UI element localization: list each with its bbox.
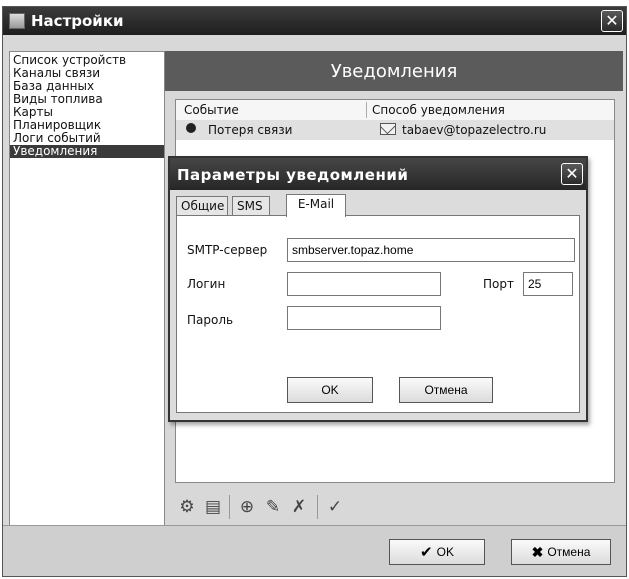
- password-input[interactable]: [287, 306, 441, 330]
- table-header: Событие Способ уведомления: [176, 100, 614, 121]
- envelope-icon: [380, 123, 396, 135]
- status-dot-icon: [186, 123, 196, 133]
- cancel-label: Отмена: [547, 545, 591, 559]
- tab-sms[interactable]: SMS: [232, 196, 270, 216]
- column-header-method[interactable]: Способ уведомления: [372, 103, 505, 117]
- window-footer: ✔ OK ✖ Отмена: [3, 525, 626, 576]
- sidebar-item-notifications[interactable]: Уведомления: [10, 145, 164, 158]
- cancel-button[interactable]: ✖ Отмена: [511, 539, 611, 565]
- toolbar-separator: [229, 495, 230, 519]
- document-settings-icon[interactable]: ▤: [203, 497, 223, 517]
- email-tab-panel: SMTP-сервер Логин Порт Пароль OK Отмена: [176, 215, 580, 413]
- window-title: Настройки: [31, 12, 124, 30]
- sidebar-nav: Список устройств Каналы связи База данны…: [9, 51, 165, 531]
- window-titlebar[interactable]: Настройки ✕: [3, 7, 626, 35]
- password-label: Пароль: [187, 313, 234, 327]
- dialog-close-button[interactable]: ✕: [561, 163, 583, 185]
- delete-icon[interactable]: ✗: [289, 497, 309, 517]
- check-icon[interactable]: ✓: [325, 497, 345, 517]
- section-title: Уведомления: [330, 60, 458, 82]
- dialog-titlebar[interactable]: Параметры уведомлений ✕: [170, 158, 586, 190]
- table-row[interactable]: Потеря связи tabaev@topazelectro.ru: [176, 120, 614, 140]
- column-header-event[interactable]: Событие: [184, 103, 239, 117]
- edit-icon[interactable]: ✎: [263, 497, 283, 517]
- checkmark-icon: ✔: [420, 544, 433, 561]
- dialog-title: Параметры уведомлений: [177, 166, 409, 184]
- ok-label: OK: [436, 545, 454, 559]
- smtp-server-input[interactable]: [287, 238, 575, 262]
- login-label: Логин: [187, 277, 226, 291]
- login-input[interactable]: [287, 272, 441, 296]
- table-toolbar: ⚙ ▤ ⊕ ✎ ✗ ✓: [175, 493, 425, 521]
- port-input[interactable]: [523, 272, 573, 296]
- tab-email[interactable]: E-Mail: [286, 194, 346, 217]
- settings-gear-icon[interactable]: ⚙: [177, 497, 197, 517]
- app-icon: [9, 13, 25, 29]
- tab-general[interactable]: Общие: [176, 196, 228, 216]
- dialog-ok-button[interactable]: OK: [287, 377, 373, 403]
- smtp-label: SMTP-сервер: [187, 243, 268, 257]
- ok-button[interactable]: ✔ OK: [389, 539, 485, 565]
- add-icon[interactable]: ⊕: [237, 497, 257, 517]
- section-header: Уведомления: [165, 51, 623, 91]
- row-method: tabaev@topazelectro.ru: [402, 123, 547, 137]
- toolbar-separator: [317, 495, 318, 519]
- dialog-cancel-button[interactable]: Отмена: [399, 377, 493, 403]
- window-close-button[interactable]: ✕: [601, 10, 623, 32]
- x-icon: ✖: [531, 543, 544, 560]
- row-event: Потеря связи: [208, 123, 293, 137]
- column-divider[interactable]: [366, 102, 367, 118]
- notification-params-dialog: Параметры уведомлений ✕ Общие SMS E-Mail…: [168, 156, 588, 422]
- port-label: Порт: [483, 277, 514, 291]
